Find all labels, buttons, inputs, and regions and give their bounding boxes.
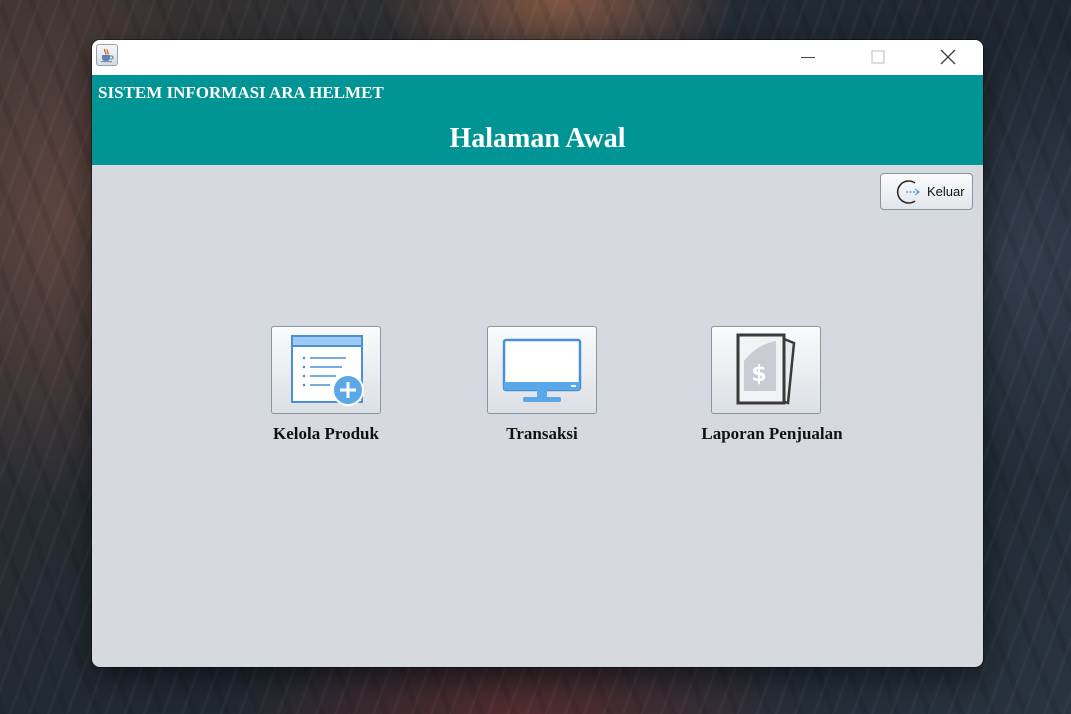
app-title: SISTEM INFORMASI ARA HELMET — [98, 83, 384, 102]
computer-monitor-icon — [502, 338, 582, 402]
maximize-icon — [871, 50, 885, 63]
page-title: Halaman Awal — [449, 123, 626, 154]
logout-arrow-icon — [896, 179, 921, 204]
header-banner: SISTEM INFORMASI ARA HELMET Halaman Awal — [92, 75, 983, 165]
kelola-produk-label: Kelola Produk — [273, 424, 379, 443]
laporan-penjualan-label: Laporan Penjualan — [701, 424, 843, 443]
logout-label: Keluar — [927, 184, 965, 199]
minimize-icon — [801, 56, 815, 58]
minimize-button[interactable] — [773, 40, 843, 73]
app-window: SISTEM INFORMASI ARA HELMET Halaman Awal… — [92, 40, 983, 667]
svg-text:$: $ — [751, 362, 766, 387]
maximize-button[interactable] — [843, 40, 913, 73]
kelola-produk-button[interactable] — [271, 326, 381, 414]
add-list-document-icon — [291, 335, 364, 406]
close-button[interactable] — [913, 40, 983, 73]
logout-button[interactable]: Keluar — [880, 173, 973, 210]
transaksi-label: Transaksi — [506, 424, 578, 443]
transaksi-button[interactable] — [487, 326, 597, 414]
title-bar[interactable] — [92, 40, 983, 75]
java-coffee-cup-icon — [96, 44, 118, 66]
laporan-penjualan-button[interactable]: $ — [711, 326, 821, 414]
close-icon — [940, 49, 956, 64]
dollar-report-icon: $ — [736, 333, 796, 405]
